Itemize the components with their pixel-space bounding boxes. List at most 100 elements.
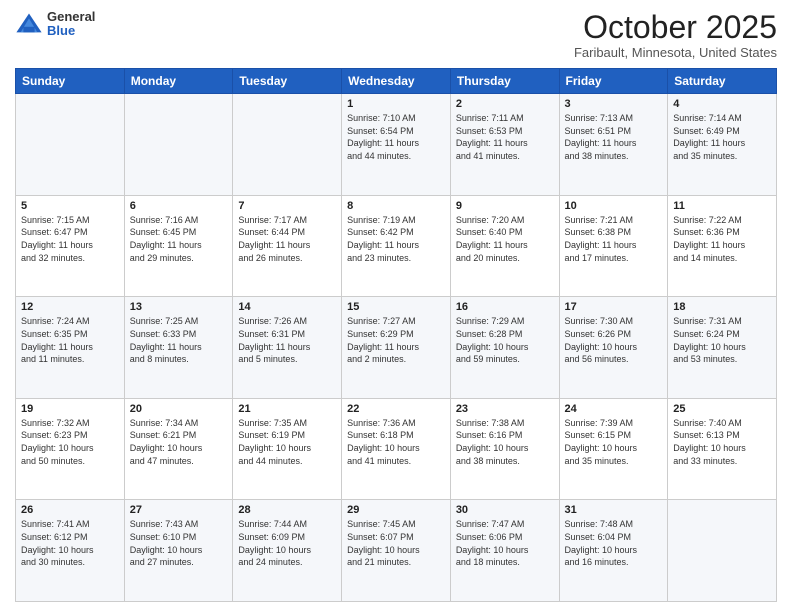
calendar-header-row: Sunday Monday Tuesday Wednesday Thursday… — [16, 69, 777, 94]
day-info: Sunrise: 7:36 AM Sunset: 6:18 PM Dayligh… — [347, 417, 445, 467]
day-number: 5 — [21, 200, 119, 212]
day-info: Sunrise: 7:43 AM Sunset: 6:10 PM Dayligh… — [130, 518, 228, 568]
day-info: Sunrise: 7:31 AM Sunset: 6:24 PM Dayligh… — [673, 315, 771, 365]
day-info: Sunrise: 7:21 AM Sunset: 6:38 PM Dayligh… — [565, 214, 663, 264]
location: Faribault, Minnesota, United States — [574, 45, 777, 60]
day-number: 4 — [673, 98, 771, 110]
day-number: 14 — [238, 301, 336, 313]
calendar-week-row: 19 Sunrise: 7:32 AM Sunset: 6:23 PM Dayli… — [16, 398, 777, 500]
calendar-cell: 25Sunrise: 7:40 AM Sunset: 6:13 PM Dayli… — [668, 398, 777, 500]
day-number: 2 — [456, 98, 554, 110]
day-info: Sunrise: 7:47 AM Sunset: 6:06 PM Dayligh… — [456, 518, 554, 568]
day-info: Sunrise: 7:38 AM Sunset: 6:16 PM Dayligh… — [456, 417, 554, 467]
calendar-cell — [16, 94, 125, 196]
calendar-cell: 28 Sunrise: 7:44 AM Sunset: 6:09 PM Dayli… — [233, 500, 342, 602]
page: General Blue October 2025 Faribault, Min… — [0, 0, 792, 612]
day-number: 17 — [565, 301, 663, 313]
calendar-cell: 19 Sunrise: 7:32 AM Sunset: 6:23 PM Dayli… — [16, 398, 125, 500]
day-info: Sunrise: 7:14 AM Sunset: 6:49 PM Dayligh… — [673, 112, 771, 162]
day-info: Sunrise: 7:39 AM Sunset: 6:15 PM Dayligh… — [565, 417, 663, 467]
calendar-cell — [233, 94, 342, 196]
day-number: 19 — [21, 403, 119, 415]
col-tuesday: Tuesday — [233, 69, 342, 94]
day-number: 1 — [347, 98, 445, 110]
logo-text: General Blue — [47, 10, 95, 39]
day-number: 18 — [673, 301, 771, 313]
day-info: Sunrise: 7:35 AM Sunset: 6:19 PM Dayligh… — [238, 417, 336, 467]
calendar-cell: 17 Sunrise: 7:30 AM Sunset: 6:26 PM Dayli… — [559, 297, 668, 399]
col-sunday: Sunday — [16, 69, 125, 94]
day-info: Sunrise: 7:22 AM Sunset: 6:36 PM Dayligh… — [673, 214, 771, 264]
day-info: Sunrise: 7:45 AM Sunset: 6:07 PM Dayligh… — [347, 518, 445, 568]
day-number: 11 — [673, 200, 771, 212]
day-info: Sunrise: 7:48 AM Sunset: 6:04 PM Dayligh… — [565, 518, 663, 568]
day-info: Sunrise: 7:15 AM Sunset: 6:47 PM Dayligh… — [21, 214, 119, 264]
calendar-cell: 10 Sunrise: 7:21 AM Sunset: 6:38 PM Dayli… — [559, 195, 668, 297]
day-info: Sunrise: 7:20 AM Sunset: 6:40 PM Dayligh… — [456, 214, 554, 264]
calendar-cell: 12 Sunrise: 7:24 AM Sunset: 6:35 PM Dayli… — [16, 297, 125, 399]
calendar-cell: 15Sunrise: 7:27 AM Sunset: 6:29 PM Dayli… — [342, 297, 451, 399]
calendar-cell: 3 Sunrise: 7:13 AM Sunset: 6:51 PM Daylig… — [559, 94, 668, 196]
day-number: 28 — [238, 504, 336, 516]
col-monday: Monday — [124, 69, 233, 94]
calendar-cell: 20 Sunrise: 7:34 AM Sunset: 6:21 PM Dayli… — [124, 398, 233, 500]
day-info: Sunrise: 7:11 AM Sunset: 6:53 PM Dayligh… — [456, 112, 554, 162]
day-info: Sunrise: 7:29 AM Sunset: 6:28 PM Dayligh… — [456, 315, 554, 365]
day-info: Sunrise: 7:16 AM Sunset: 6:45 PM Dayligh… — [130, 214, 228, 264]
day-number: 31 — [565, 504, 663, 516]
calendar-week-row: 1 Sunrise: 7:10 AM Sunset: 6:54 PM Daylig… — [16, 94, 777, 196]
day-info: Sunrise: 7:30 AM Sunset: 6:26 PM Dayligh… — [565, 315, 663, 365]
day-number: 7 — [238, 200, 336, 212]
calendar-cell: 27 Sunrise: 7:43 AM Sunset: 6:10 PM Dayli… — [124, 500, 233, 602]
day-number: 24 — [565, 403, 663, 415]
day-info: Sunrise: 7:44 AM Sunset: 6:09 PM Dayligh… — [238, 518, 336, 568]
day-number: 8 — [347, 200, 445, 212]
logo-blue-text: Blue — [47, 24, 95, 38]
day-info: Sunrise: 7:24 AM Sunset: 6:35 PM Dayligh… — [21, 315, 119, 365]
logo-general-text: General — [47, 10, 95, 24]
day-number: 15 — [347, 301, 445, 313]
day-number: 23 — [456, 403, 554, 415]
calendar-cell — [124, 94, 233, 196]
day-info: Sunrise: 7:26 AM Sunset: 6:31 PM Dayligh… — [238, 315, 336, 365]
header-right: October 2025 Faribault, Minnesota, Unite… — [574, 10, 777, 60]
day-info: Sunrise: 7:34 AM Sunset: 6:21 PM Dayligh… — [130, 417, 228, 467]
col-thursday: Thursday — [450, 69, 559, 94]
calendar-cell: 29Sunrise: 7:45 AM Sunset: 6:07 PM Dayli… — [342, 500, 451, 602]
day-number: 3 — [565, 98, 663, 110]
day-info: Sunrise: 7:13 AM Sunset: 6:51 PM Dayligh… — [565, 112, 663, 162]
day-info: Sunrise: 7:32 AM Sunset: 6:23 PM Dayligh… — [21, 417, 119, 467]
calendar-cell: 22 Sunrise: 7:36 AM Sunset: 6:18 PM Dayli… — [342, 398, 451, 500]
calendar-cell: 11 Sunrise: 7:22 AM Sunset: 6:36 PM Dayli… — [668, 195, 777, 297]
day-number: 13 — [130, 301, 228, 313]
calendar-cell: 23 Sunrise: 7:38 AM Sunset: 6:16 PM Dayli… — [450, 398, 559, 500]
day-number: 12 — [21, 301, 119, 313]
day-number: 27 — [130, 504, 228, 516]
month-title: October 2025 — [574, 10, 777, 45]
col-saturday: Saturday — [668, 69, 777, 94]
day-number: 16 — [456, 301, 554, 313]
day-number: 10 — [565, 200, 663, 212]
day-info: Sunrise: 7:40 AM Sunset: 6:13 PM Dayligh… — [673, 417, 771, 467]
calendar-cell: 13Sunrise: 7:25 AM Sunset: 6:33 PM Dayli… — [124, 297, 233, 399]
day-info: Sunrise: 7:17 AM Sunset: 6:44 PM Dayligh… — [238, 214, 336, 264]
calendar-cell: 21 Sunrise: 7:35 AM Sunset: 6:19 PM Dayli… — [233, 398, 342, 500]
calendar: Sunday Monday Tuesday Wednesday Thursday… — [15, 68, 777, 602]
day-number: 30 — [456, 504, 554, 516]
calendar-week-row: 26Sunrise: 7:41 AM Sunset: 6:12 PM Dayli… — [16, 500, 777, 602]
calendar-cell: 6Sunrise: 7:16 AM Sunset: 6:45 PM Daylig… — [124, 195, 233, 297]
day-number: 9 — [456, 200, 554, 212]
calendar-cell: 8Sunrise: 7:19 AM Sunset: 6:42 PM Daylig… — [342, 195, 451, 297]
calendar-cell: 24 Sunrise: 7:39 AM Sunset: 6:15 PM Dayli… — [559, 398, 668, 500]
logo: General Blue — [15, 10, 95, 39]
day-number: 22 — [347, 403, 445, 415]
calendar-cell: 31 Sunrise: 7:48 AM Sunset: 6:04 PM Dayli… — [559, 500, 668, 602]
day-info: Sunrise: 7:10 AM Sunset: 6:54 PM Dayligh… — [347, 112, 445, 162]
calendar-cell: 4 Sunrise: 7:14 AM Sunset: 6:49 PM Daylig… — [668, 94, 777, 196]
calendar-cell: 1 Sunrise: 7:10 AM Sunset: 6:54 PM Daylig… — [342, 94, 451, 196]
calendar-cell: 26Sunrise: 7:41 AM Sunset: 6:12 PM Dayli… — [16, 500, 125, 602]
calendar-cell: 18 Sunrise: 7:31 AM Sunset: 6:24 PM Dayli… — [668, 297, 777, 399]
day-number: 20 — [130, 403, 228, 415]
day-number: 21 — [238, 403, 336, 415]
col-friday: Friday — [559, 69, 668, 94]
